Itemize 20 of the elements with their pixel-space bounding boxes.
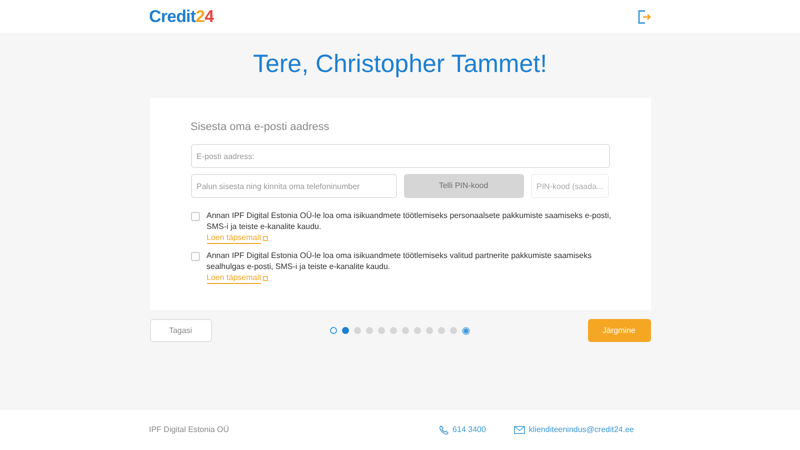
consent-text: Annan IPF Digital Estonia OÜ-le loa oma isikuandmete töötlemiseks personaalsete pakkumiste saamiseks e-posti, SMS-i ja teiste e-kanalite kaudu.: [206, 210, 612, 232]
read-more-link[interactable]: Loen täpsemalt: [206, 272, 262, 284]
email-field[interactable]: E-posti aadress:: [190, 144, 610, 168]
consent-checkbox[interactable]: [190, 212, 200, 221]
pin-field[interactable]: PIN-kood (saada...: [530, 174, 608, 198]
greeting-title: Tere, Christopher Tammet!: [252, 49, 548, 80]
mail-icon: [514, 426, 525, 434]
read-more-link[interactable]: Loen täpsemalt: [206, 232, 262, 244]
phone-icon: [438, 425, 449, 435]
email-link[interactable]: klienditeenindus@credit24.ee: [528, 424, 634, 436]
phone-field[interactable]: Palun sisesta ning kinnita oma telefoninumber: [190, 174, 396, 198]
logout-icon[interactable]: [637, 10, 651, 24]
phone-link[interactable]: 614 3400: [452, 424, 486, 436]
next-button[interactable]: Järgmine: [588, 319, 650, 342]
consent-text: Annan IPF Digital Estonia OÜ-le loa oma isikuandmete töötlemiseks valitud partnerite pakkumiste saamiseks sealhulgas e-posti, SMS-i ja teiste e-kanalite kaudu.: [206, 250, 593, 272]
form-heading: Sisesta oma e-posti aadress: [190, 120, 330, 134]
consent-checkbox[interactable]: [190, 252, 200, 261]
company-name: IPF Digital Estonia OÜ: [149, 424, 230, 436]
logo[interactable]: Credit24: [149, 4, 214, 30]
back-button[interactable]: Tagasi: [150, 319, 212, 342]
